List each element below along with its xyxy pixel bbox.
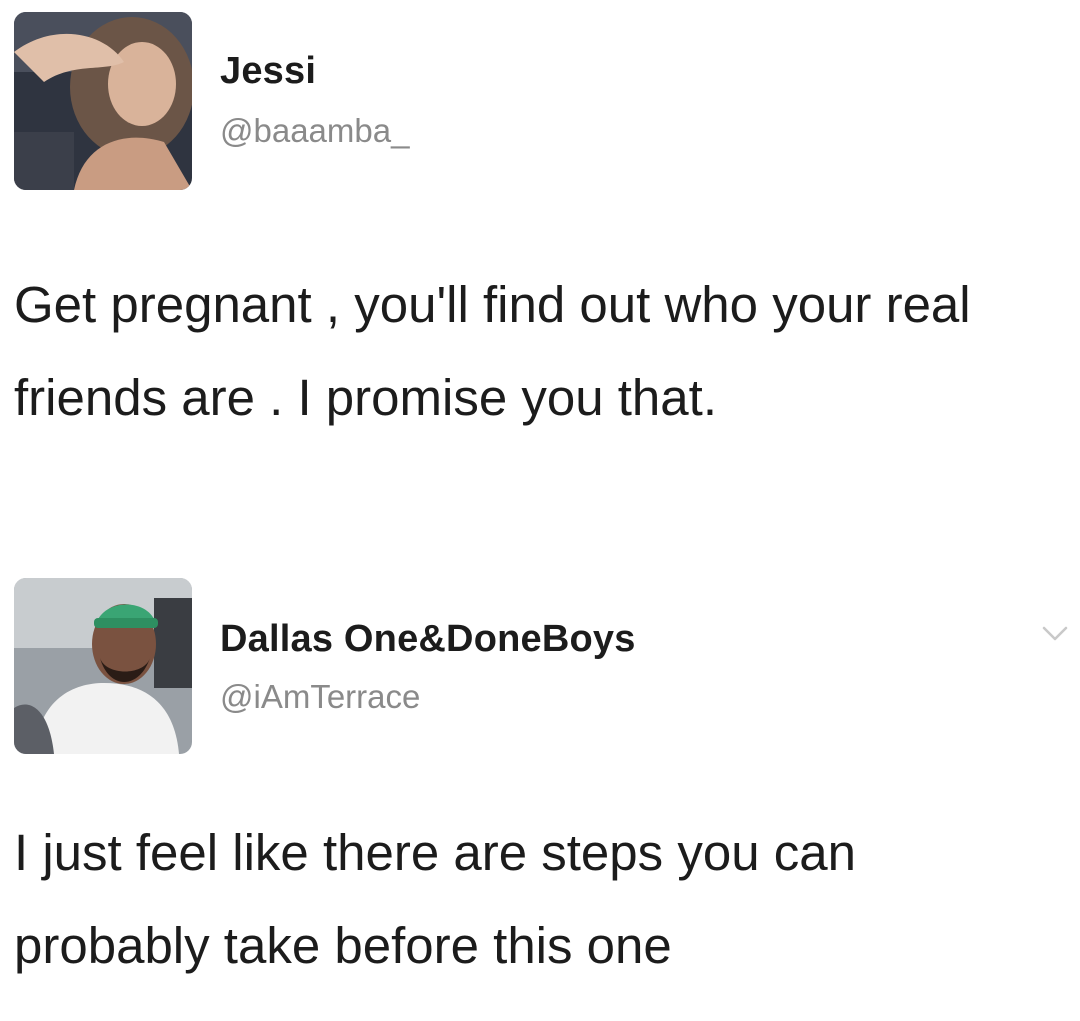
avatar[interactable] xyxy=(14,578,192,754)
display-name[interactable]: Dallas One&DoneBoys xyxy=(220,618,636,661)
avatar[interactable] xyxy=(14,12,192,190)
user-handle[interactable]: @iAmTerrace xyxy=(220,678,420,716)
tweet-text: Get pregnant , you'll find out who your … xyxy=(14,276,971,426)
tweet-text: I just feel like there are steps you can… xyxy=(14,824,856,974)
user-handle[interactable]: @baaamba_ xyxy=(220,112,409,150)
display-name[interactable]: Jessi xyxy=(220,50,316,93)
chevron-down-icon[interactable] xyxy=(1042,626,1068,642)
